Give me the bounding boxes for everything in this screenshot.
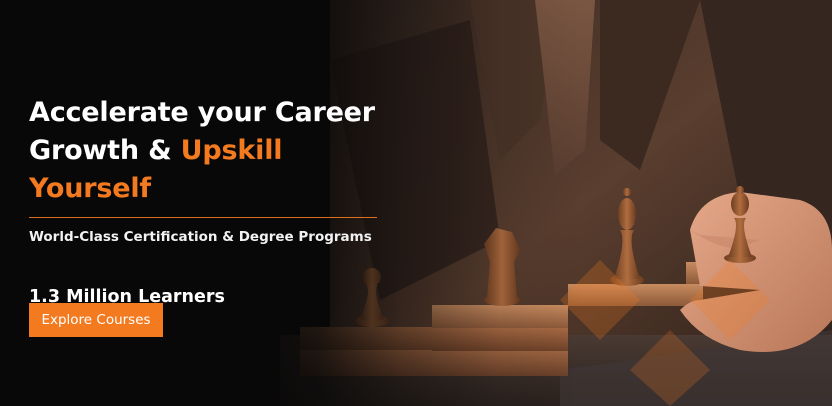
explore-courses-button[interactable]: Explore Courses: [29, 303, 163, 337]
hero-banner: Accelerate your Career Growth & Upskill …: [0, 0, 832, 406]
orange-divider: [29, 217, 377, 218]
hero-headline: Accelerate your Career Growth & Upskill …: [29, 94, 389, 208]
headline-line-2-prefix: Growth &: [29, 135, 181, 166]
hero-content: Accelerate your Career Growth & Upskill …: [29, 94, 389, 308]
headline-line-1: Accelerate your Career: [29, 97, 375, 128]
hero-subtitle: World-Class Certification & Degree Progr…: [29, 229, 372, 245]
